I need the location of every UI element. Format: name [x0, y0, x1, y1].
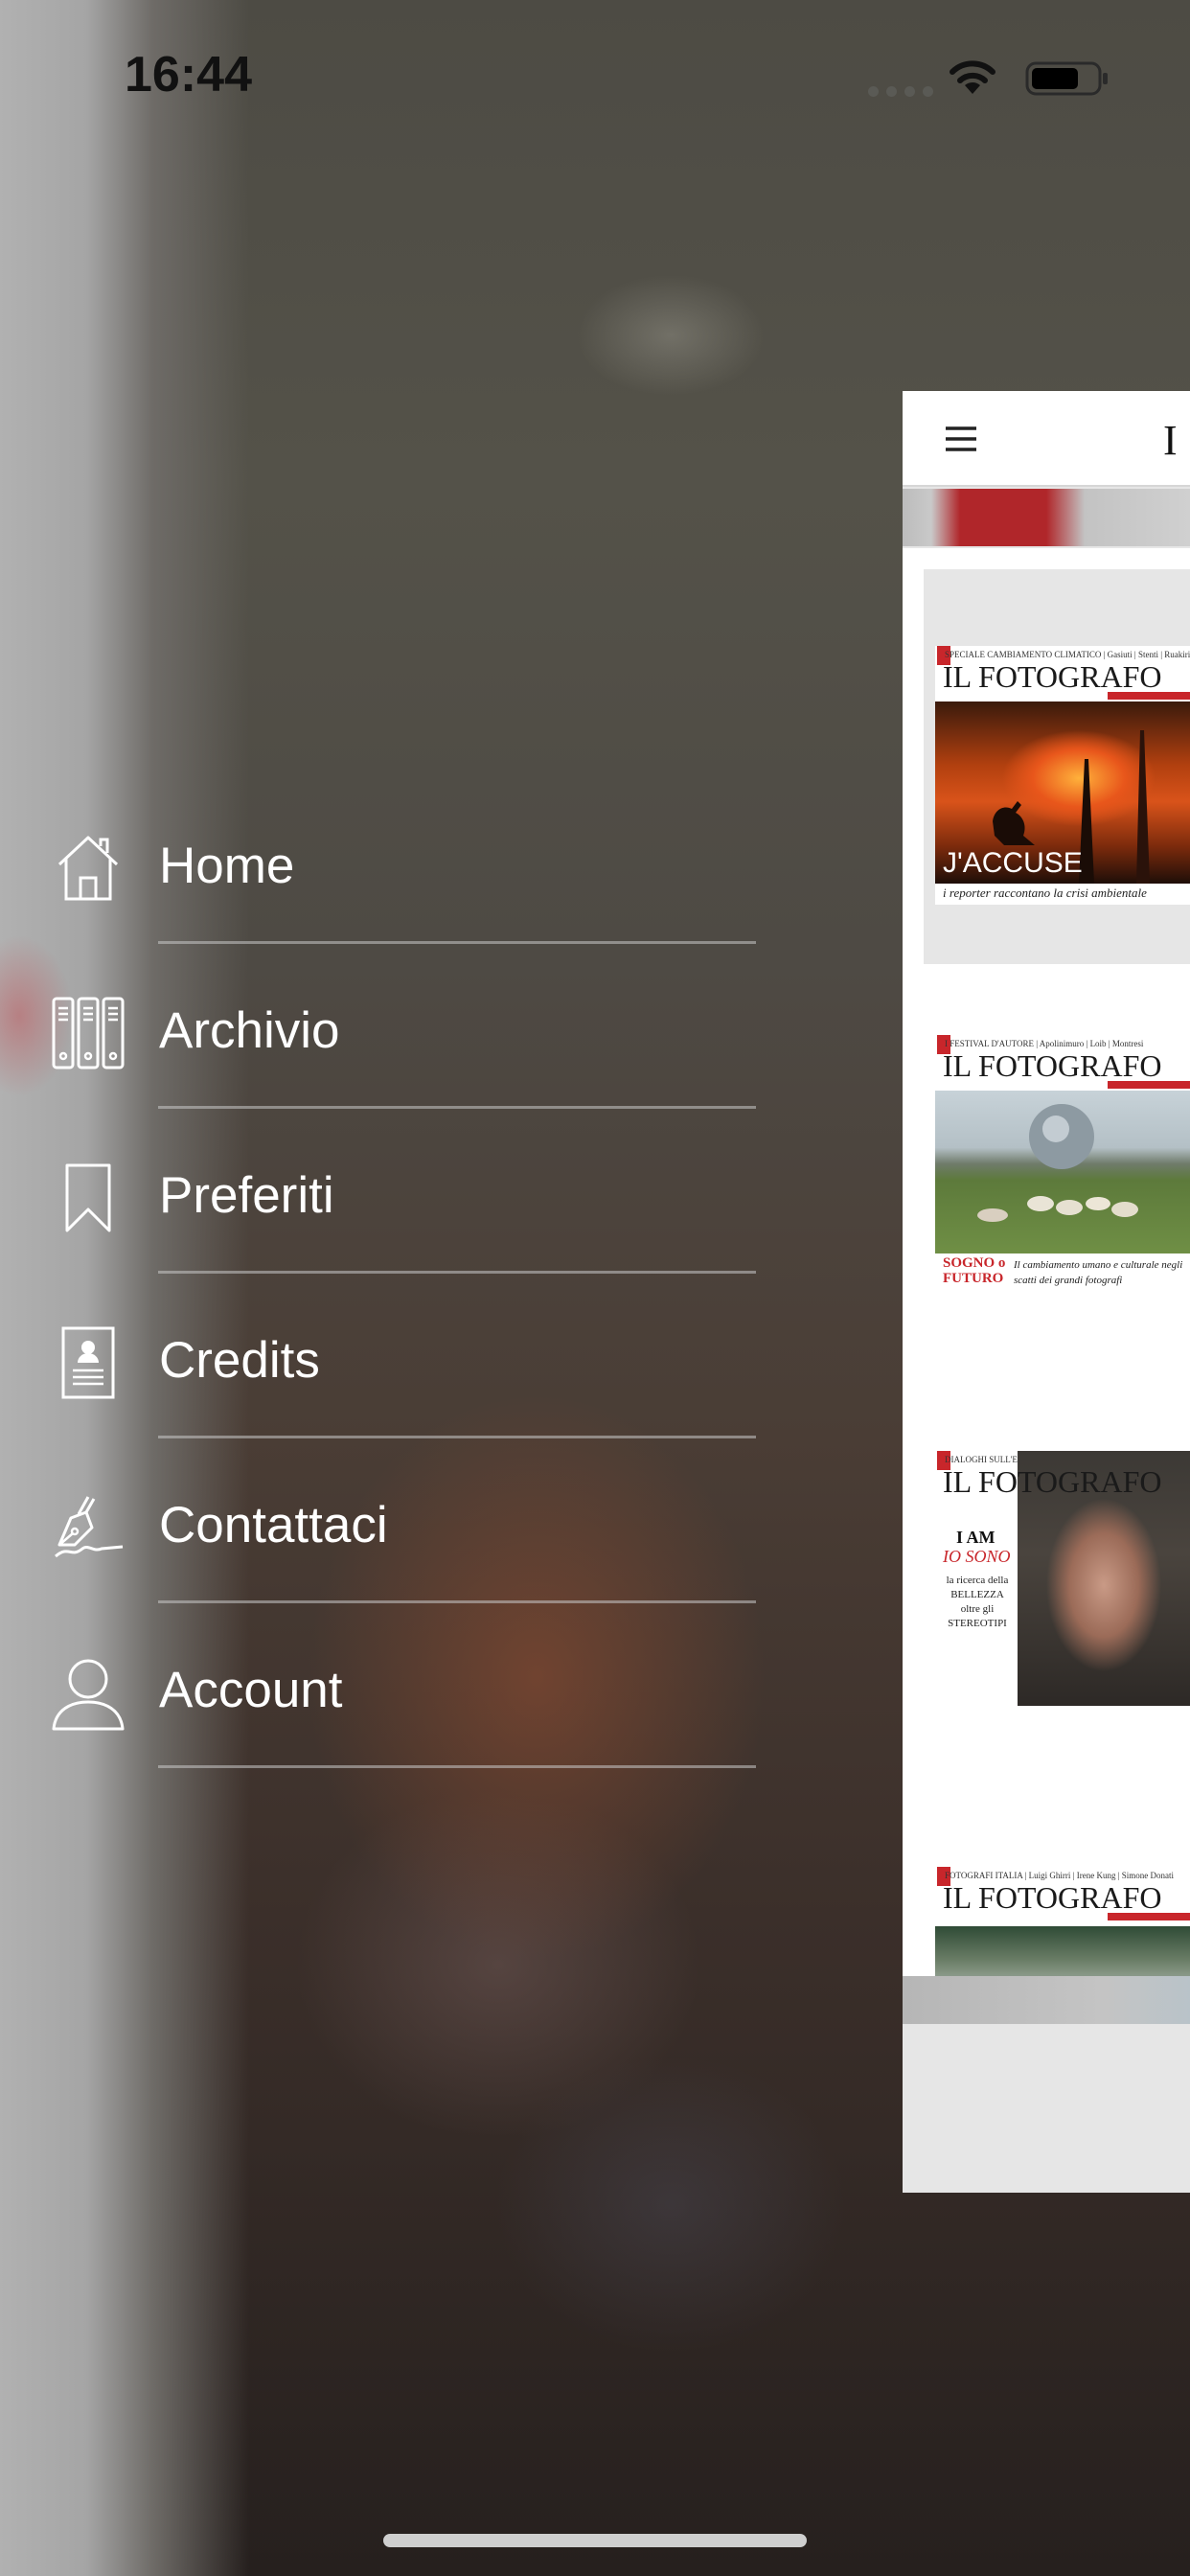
cover-headline: SOGNO o FUTURO: [943, 1255, 1006, 1286]
magazine-cover: I FESTIVAL D'AUTORE | Apolinimuro | Loib…: [935, 1035, 1190, 1294]
menu-item-label: Account: [159, 1662, 343, 1718]
divider: [158, 941, 756, 944]
sheep-field-icon: [977, 1104, 1138, 1222]
app-logo: I: [1163, 417, 1178, 464]
app-header: I: [903, 391, 1190, 487]
menu-item-archivio[interactable]: Archivio: [0, 981, 767, 1146]
issue-card[interactable]: I FESTIVAL D'AUTORE | Apolinimuro | Loib…: [924, 985, 1190, 1380]
app-preview-panel[interactable]: I SPECIALE CAMBIAMENTO CLIMATICO | Gasiu…: [903, 391, 1190, 2193]
pen-signature-icon: [55, 1496, 124, 1558]
bookmark-icon: [65, 1163, 111, 1232]
cover-caption: Il cambiamento umano e culturale negli s…: [1014, 1259, 1183, 1286]
banner-strip[interactable]: [903, 489, 1190, 546]
home-icon: [57, 836, 119, 901]
home-indicator[interactable]: [383, 2534, 807, 2547]
cover-masthead: IL FOTOGRAFO: [943, 1464, 1162, 1499]
menu-item-credits[interactable]: Credits: [0, 1311, 767, 1476]
cover-caption: i reporter raccontano la crisi ambiental…: [943, 886, 1147, 900]
menu-item-account[interactable]: Account: [0, 1641, 767, 1806]
issue-card[interactable]: SPECIALE CAMBIAMENTO CLIMATICO | Gasiuti…: [924, 569, 1190, 964]
divider: [158, 1106, 756, 1109]
cover-headline: J'ACCUSE: [943, 847, 1083, 879]
menu-item-contattaci[interactable]: Contattaci: [0, 1476, 767, 1641]
bottom-bar: [903, 1976, 1190, 2024]
menu-item-label: Credits: [159, 1332, 320, 1389]
magazine-cover: SPECIALE CAMBIAMENTO CLIMATICO | Gasiuti…: [935, 646, 1190, 905]
status-time: 16:44: [125, 47, 252, 103]
cover-masthead: IL FOTOGRAFO: [943, 659, 1162, 694]
menu-item-label: Preferiti: [159, 1167, 334, 1224]
divider: [158, 1600, 756, 1603]
cover-headline-italic: IO SONO: [943, 1547, 1011, 1566]
hamburger-icon[interactable]: [945, 426, 977, 452]
menu-item-label: Home: [159, 838, 295, 894]
menu-item-label: Contattaci: [159, 1497, 388, 1553]
side-menu: Home Archivio Preferiti Credits Contatta…: [0, 816, 767, 1806]
divider: [158, 1271, 756, 1274]
menu-item-home[interactable]: Home: [0, 816, 767, 981]
binders-icon: [52, 997, 125, 1070]
issue-card[interactable]: DIALOGHI SULL'ESTETICA | forme | sensual…: [924, 1401, 1190, 1796]
cover-caption: la ricerca della BELLEZZA oltre gli STER…: [946, 1575, 1009, 1629]
cover-masthead: IL FOTOGRAFO: [943, 1048, 1162, 1083]
cover-photo: [935, 1091, 1190, 1254]
battery-icon: [1025, 61, 1108, 96]
signal-dots-icon: [868, 86, 933, 97]
id-badge-icon: [61, 1326, 115, 1399]
magazine-cover: DIALOGHI SULL'ESTETICA | forme | sensual…: [935, 1451, 1190, 1710]
menu-item-label: Archivio: [159, 1002, 340, 1059]
menu-item-preferiti[interactable]: Preferiti: [0, 1146, 767, 1311]
cover-masthead: IL FOTOGRAFO: [943, 1880, 1162, 1915]
divider: [158, 1436, 756, 1438]
cover-headline: I AM: [956, 1528, 995, 1547]
divider: [158, 1765, 756, 1768]
person-icon: [52, 1659, 125, 1731]
wifi-icon: [950, 60, 995, 94]
issues-list: SPECIALE CAMBIAMENTO CLIMATICO | Gasiuti…: [903, 548, 1190, 2011]
